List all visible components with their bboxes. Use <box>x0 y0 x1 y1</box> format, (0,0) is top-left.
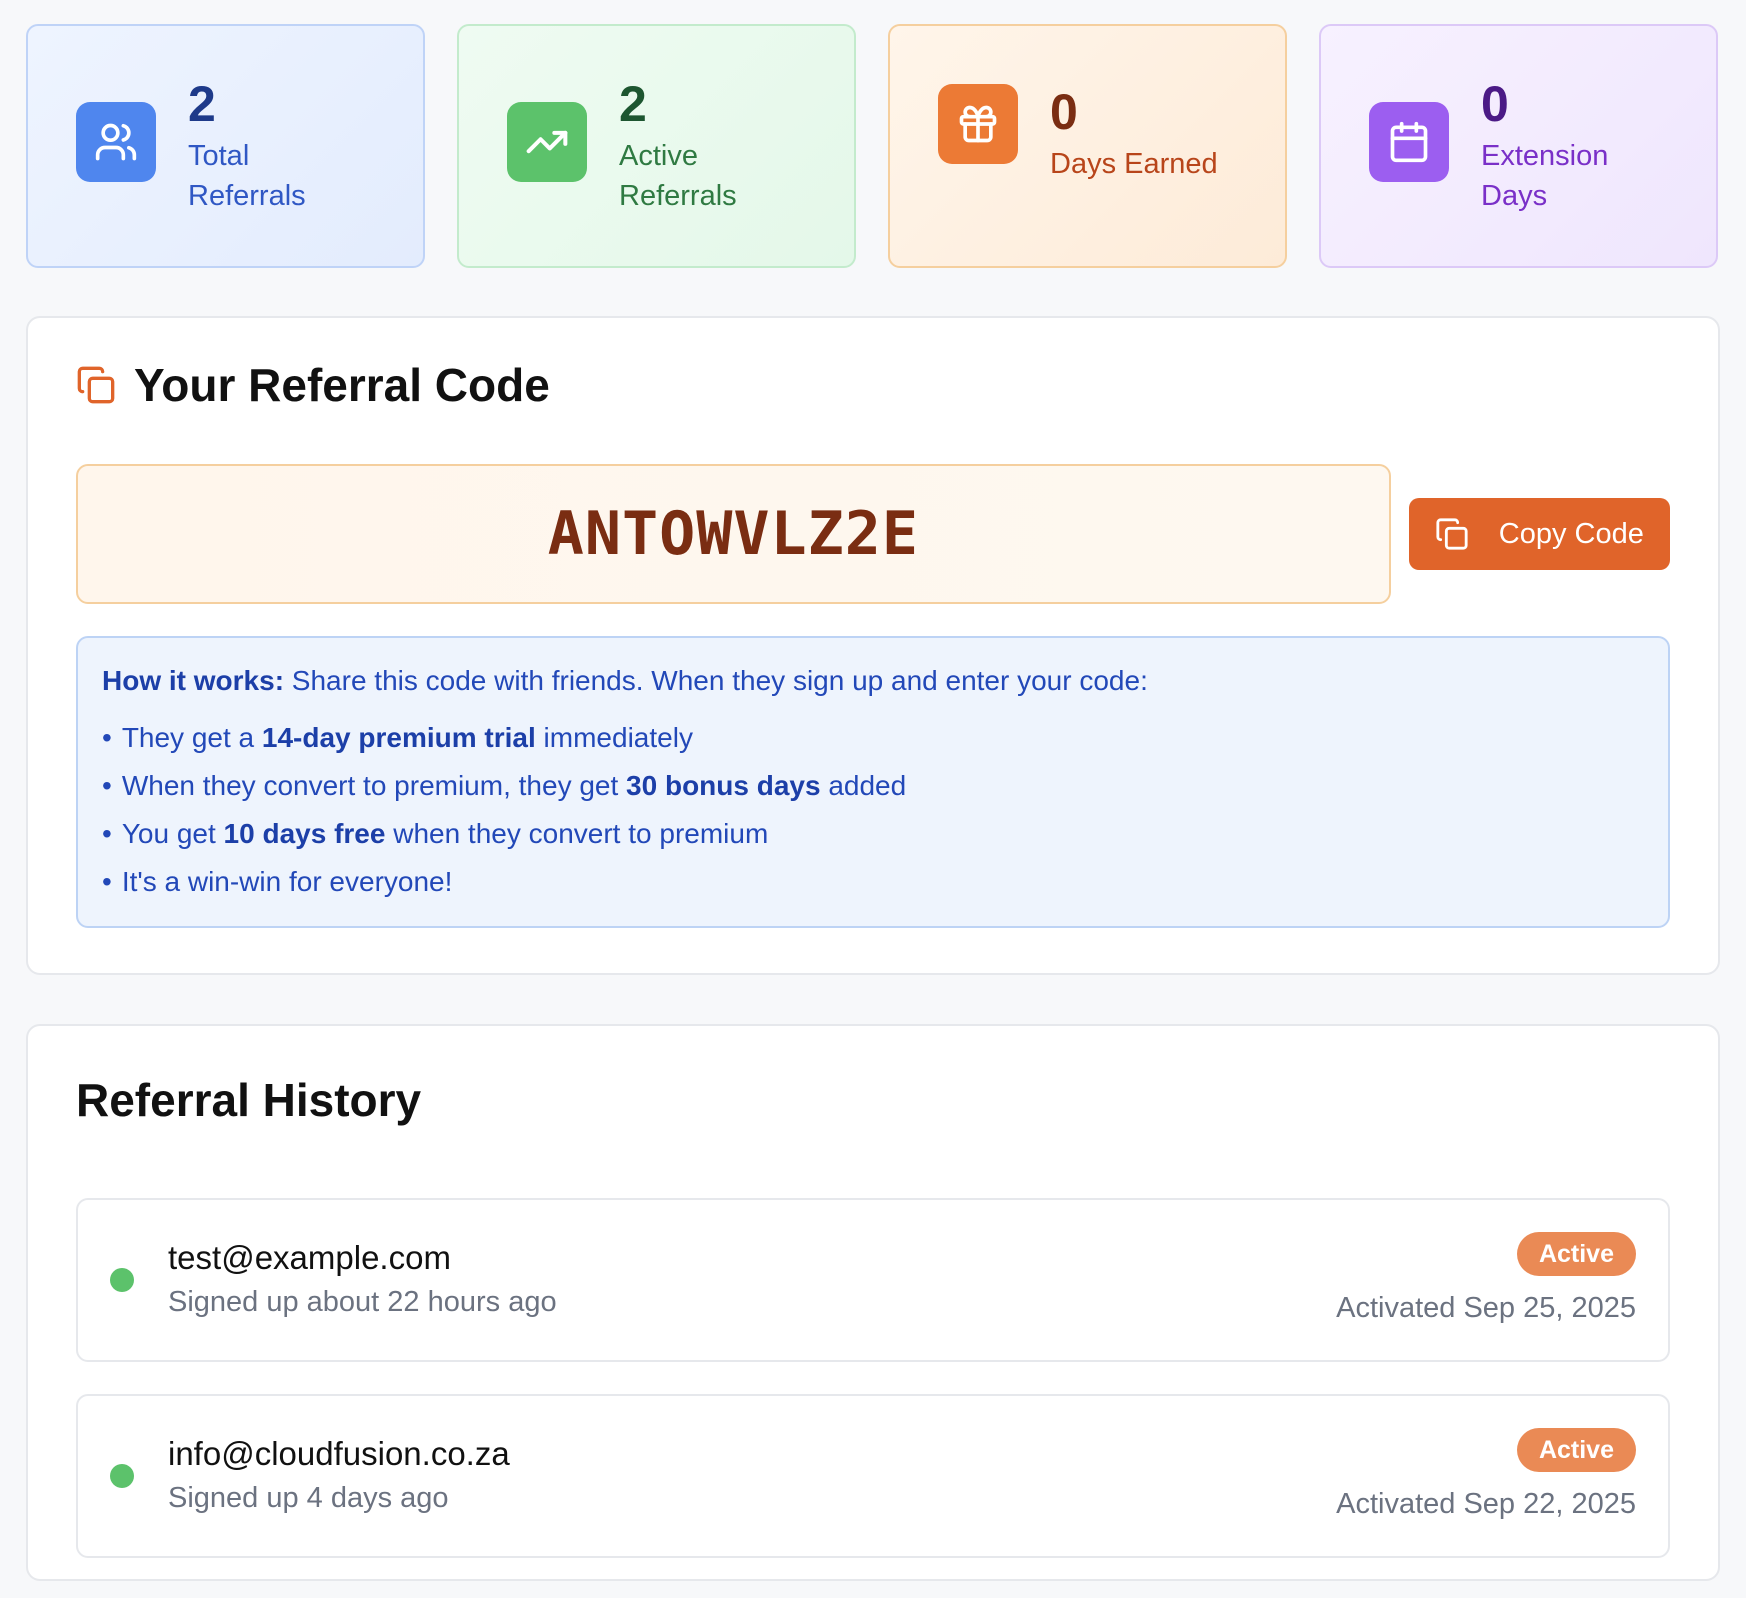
referral-email: test@example.com <box>168 1239 451 1276</box>
how-it-works-lead: How it works: Share this code with frien… <box>102 664 1644 698</box>
how-it-works-box: How it works: Share this code with frien… <box>76 636 1670 928</box>
referral-email: info@cloudfusion.co.za <box>168 1435 510 1472</box>
copy-icon <box>76 365 116 405</box>
status-dot <box>110 1464 134 1488</box>
list-item: When they convert to premium, they get 3… <box>102 762 1644 810</box>
copy-icon <box>1435 517 1469 551</box>
referral-code-card: Your Referral Code ANTOWVLZ2E Copy Code … <box>26 316 1720 975</box>
trending-up-icon <box>507 102 587 182</box>
list-item: They get a 14-day premium trial immediat… <box>102 714 1644 762</box>
referral-code-heading: Your Referral Code <box>76 359 1670 411</box>
referral-history-card: Referral History test@example.com Signed… <box>26 1024 1720 1581</box>
stat-card-days-earned: 0 Days Earned <box>888 24 1287 268</box>
activated-date: Activated Sep 25, 2025 <box>1336 1292 1636 1324</box>
how-it-works-heading: How it works: <box>102 665 285 696</box>
signed-up-text: Signed up about 22 hours ago <box>168 1286 557 1318</box>
status-badge: Active <box>1516 1428 1636 1472</box>
copy-code-label: Copy Code <box>1498 517 1644 550</box>
stat-value: 0 <box>1050 84 1078 140</box>
stat-value: 2 <box>619 76 647 132</box>
stat-label: Active Referrals <box>619 140 737 212</box>
users-icon <box>76 102 156 182</box>
signed-up-text: Signed up 4 days ago <box>168 1482 449 1514</box>
copy-code-button[interactable]: Copy Code <box>1408 498 1670 570</box>
list-item[interactable]: test@example.com Signed up about 22 hour… <box>76 1198 1670 1362</box>
stat-card-total-referrals: 2 Total Referrals <box>26 24 425 268</box>
list-item[interactable]: info@cloudfusion.co.za Signed up 4 days … <box>76 1394 1670 1558</box>
stat-label: Days Earned <box>1050 148 1218 180</box>
stat-label: Total Referrals <box>188 140 306 212</box>
referrals-page: 2 Total Referrals 2 Active Referrals 0 D… <box>0 0 1746 1598</box>
referral-code-title: Your Referral Code <box>134 359 550 411</box>
referral-history-title: Referral History <box>76 1074 422 1126</box>
how-it-works-text: Share this code with friends. When they … <box>284 665 1148 696</box>
referral-history-list: test@example.com Signed up about 22 hour… <box>76 1198 1670 1558</box>
code-row: ANTOWVLZ2E Copy Code <box>76 464 1670 604</box>
stat-value: 0 <box>1481 76 1509 132</box>
stat-card-active-referrals: 2 Active Referrals <box>457 24 856 268</box>
calendar-icon <box>1369 102 1449 182</box>
status-badge: Active <box>1516 1232 1636 1276</box>
status-dot <box>110 1268 134 1292</box>
stat-label: Extension Days <box>1481 140 1609 212</box>
stat-value: 2 <box>188 76 216 132</box>
stat-card-extension-days: 0 Extension Days <box>1319 24 1718 268</box>
list-item: It's a win-win for everyone! <box>102 858 1644 906</box>
referral-code-value: ANTOWVLZ2E <box>76 464 1391 604</box>
how-it-works-list: They get a 14-day premium trial immediat… <box>102 714 1644 906</box>
gift-icon <box>938 84 1018 164</box>
list-item: You get 10 days free when they convert t… <box>102 810 1644 858</box>
activated-date: Activated Sep 22, 2025 <box>1336 1488 1636 1520</box>
stats-row: 2 Total Referrals 2 Active Referrals 0 D… <box>26 24 1720 268</box>
